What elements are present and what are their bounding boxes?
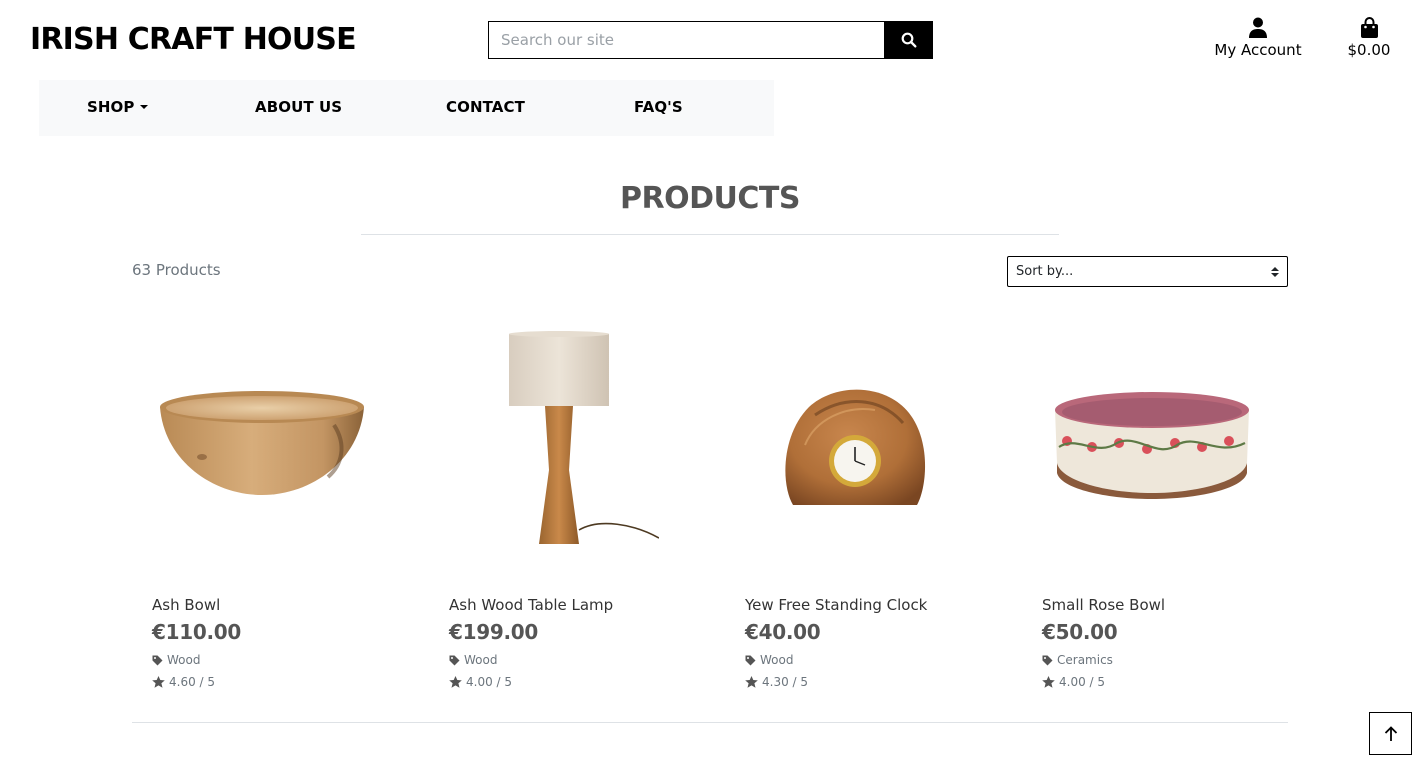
- shopping-bag-icon: [1360, 16, 1378, 38]
- product-rating: 4.60 / 5: [152, 675, 215, 689]
- back-to-top-button[interactable]: [1369, 712, 1412, 755]
- my-account-link[interactable]: My Account: [1206, 16, 1310, 59]
- product-category-link[interactable]: Ceramics: [1042, 653, 1113, 667]
- product-category: Ceramics: [1057, 653, 1113, 667]
- bag-total: $0.00: [1347, 41, 1391, 59]
- products-divider: [132, 722, 1288, 723]
- nav-contact[interactable]: CONTACT: [446, 98, 525, 116]
- clock-image: [785, 389, 926, 505]
- product-price: €110.00: [152, 620, 241, 644]
- product-name[interactable]: Yew Free Standing Clock: [745, 596, 927, 614]
- product-rating-value: 4.00 / 5: [1059, 675, 1106, 689]
- product-rating: 4.30 / 5: [745, 675, 808, 689]
- product-name[interactable]: Ash Wood Table Lamp: [449, 596, 613, 614]
- arrow-up-icon: [1384, 725, 1397, 741]
- product-price: €199.00: [449, 620, 538, 644]
- shopping-bag-link[interactable]: $0.00: [1340, 16, 1398, 59]
- nav-faqs[interactable]: FAQ'S: [634, 98, 683, 116]
- my-account-label: My Account: [1214, 41, 1302, 59]
- star-icon: [1042, 676, 1055, 688]
- star-icon: [152, 676, 165, 688]
- nav-shop[interactable]: SHOP: [87, 98, 148, 116]
- ash-bowl-image: [160, 391, 364, 495]
- product-card[interactable]: Ash Wood Table Lamp €199.00 Wood 4.00 / …: [429, 320, 689, 700]
- star-icon: [449, 676, 462, 688]
- product-category: Wood: [167, 653, 201, 667]
- product-name[interactable]: Small Rose Bowl: [1042, 596, 1165, 614]
- nav-shop-label: SHOP: [87, 98, 135, 116]
- product-card[interactable]: Small Rose Bowl €50.00 Ceramics 4.00 / 5: [1022, 320, 1282, 700]
- table-lamp-image: [509, 331, 659, 544]
- product-image-ash-wood-table-lamp[interactable]: [429, 320, 689, 570]
- nav-about-us[interactable]: ABOUT US: [255, 98, 342, 116]
- product-category-link[interactable]: Wood: [449, 653, 497, 667]
- product-rating-value: 4.30 / 5: [762, 675, 809, 689]
- main-nav: SHOP ABOUT US CONTACT FAQ'S: [39, 80, 774, 136]
- product-rating: 4.00 / 5: [1042, 675, 1105, 689]
- product-rating: 4.00 / 5: [449, 675, 512, 689]
- site-logo[interactable]: IRISH CRAFT HOUSE: [30, 22, 357, 57]
- user-icon: [1249, 17, 1267, 38]
- page-title: PRODUCTS: [620, 181, 800, 216]
- sort-select-value: Sort by...: [1016, 264, 1074, 279]
- product-image-yew-free-standing-clock[interactable]: [725, 320, 985, 570]
- tag-icon: [152, 655, 163, 665]
- product-price: €40.00: [745, 620, 821, 644]
- product-category-link[interactable]: Wood: [745, 653, 793, 667]
- caret-down-icon: [139, 104, 148, 109]
- rose-bowl-image: [1055, 392, 1249, 499]
- search-input[interactable]: [488, 21, 884, 59]
- title-divider: [361, 234, 1059, 235]
- tag-icon: [745, 655, 756, 665]
- search-button[interactable]: [884, 21, 933, 59]
- tag-icon: [1042, 655, 1053, 665]
- search-icon: [901, 32, 917, 48]
- product-card[interactable]: Yew Free Standing Clock €40.00 Wood 4.30…: [725, 320, 985, 700]
- product-category: Wood: [464, 653, 498, 667]
- product-category: Wood: [760, 653, 794, 667]
- product-rating-value: 4.60 / 5: [169, 675, 216, 689]
- search-form: [488, 21, 933, 59]
- star-icon: [745, 676, 758, 688]
- product-price: €50.00: [1042, 620, 1118, 644]
- product-card[interactable]: Ash Bowl €110.00 Wood 4.60 / 5: [132, 320, 392, 700]
- tag-icon: [449, 655, 460, 665]
- product-name[interactable]: Ash Bowl: [152, 596, 220, 614]
- product-image-ash-bowl[interactable]: [132, 320, 392, 570]
- select-arrows-icon: [1271, 266, 1279, 277]
- product-count: 63 Products: [132, 261, 221, 279]
- product-rating-value: 4.00 / 5: [466, 675, 513, 689]
- product-image-small-rose-bowl[interactable]: [1022, 320, 1282, 570]
- sort-select[interactable]: Sort by...: [1007, 256, 1288, 287]
- product-category-link[interactable]: Wood: [152, 653, 200, 667]
